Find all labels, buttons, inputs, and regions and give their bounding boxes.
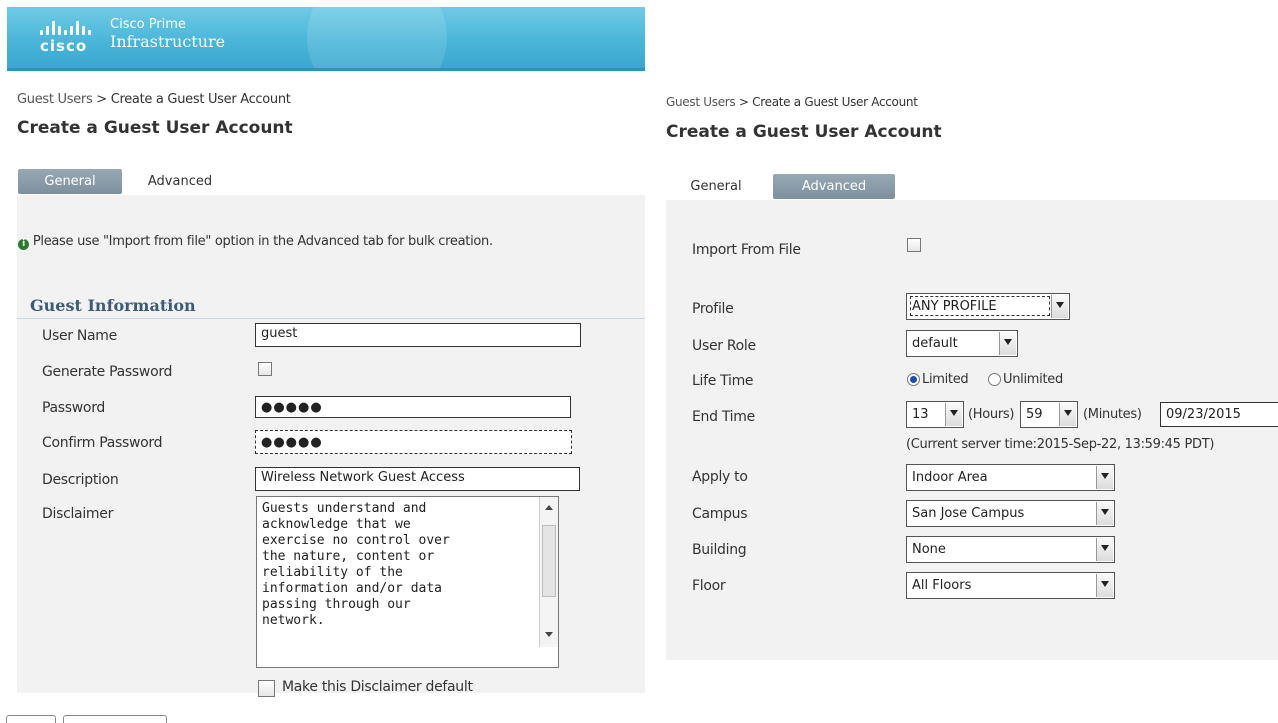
generate-password-checkbox[interactable]: [258, 362, 272, 376]
scroll-down-icon[interactable]: [545, 632, 553, 637]
end-time-label: End Time: [692, 409, 755, 425]
cisco-logo: cisco: [40, 19, 98, 55]
tab-general[interactable]: General: [18, 169, 122, 194]
product-name-line2: Infrastructure: [110, 32, 226, 51]
building-value: None: [912, 542, 946, 557]
scroll-thumb[interactable]: [542, 525, 556, 597]
campus-select[interactable]: San Jose Campus: [906, 500, 1115, 527]
life-time-limited-radio[interactable]: [907, 373, 920, 386]
life-time-limited-label: Limited: [922, 372, 969, 387]
import-from-file-checkbox[interactable]: [907, 238, 921, 252]
cisco-logo-text: cisco: [40, 37, 88, 55]
dropdown-arrow-icon[interactable]: [1096, 502, 1113, 525]
app-header: cisco Cisco Prime Infrastructure: [7, 7, 645, 71]
user-name-label: User Name: [42, 328, 117, 344]
breadcrumb-guest-users-right[interactable]: Guest Users: [666, 95, 736, 109]
end-time-date-input[interactable]: 09/23/2015: [1160, 402, 1278, 427]
end-time-minutes-value: 59: [1026, 407, 1043, 422]
dropdown-arrow-icon[interactable]: [1059, 403, 1076, 426]
dropdown-arrow-icon[interactable]: [1051, 295, 1068, 318]
disclaimer-textarea[interactable]: Guests understand and acknowledge that w…: [256, 496, 559, 668]
info-icon: i: [18, 239, 29, 250]
floor-select[interactable]: All Floors: [906, 572, 1115, 599]
floor-label: Floor: [692, 578, 726, 594]
page-title-right: Create a Guest User Account: [666, 122, 942, 142]
dropdown-arrow-icon[interactable]: [945, 403, 962, 426]
make-disclaimer-default-label: Make this Disclaimer default: [282, 679, 473, 695]
header-decoration: [307, 7, 447, 68]
info-message: i Please use "Import from file" option i…: [18, 234, 493, 250]
campus-value: San Jose Campus: [912, 506, 1025, 521]
breadcrumb-separator: >: [96, 92, 107, 107]
password-input[interactable]: ●●●●●: [255, 396, 571, 418]
building-select[interactable]: None: [906, 536, 1115, 563]
dropdown-arrow-icon[interactable]: [1096, 574, 1113, 597]
description-label: Description: [42, 472, 119, 488]
apply-to-select[interactable]: Indoor Area: [906, 464, 1115, 491]
bottom-button-1[interactable]: [6, 715, 56, 723]
confirm-password-input[interactable]: ●●●●●: [255, 430, 572, 454]
bottom-button-2[interactable]: [63, 715, 167, 723]
breadcrumb-guest-users[interactable]: Guest Users: [17, 92, 93, 107]
life-time-unlimited-label: Unlimited: [1003, 372, 1063, 387]
section-divider: [17, 318, 645, 319]
tab-advanced-right[interactable]: Advanced: [773, 174, 895, 199]
dropdown-arrow-icon[interactable]: [1096, 466, 1113, 489]
breadcrumb: Guest Users > Create a Guest User Accoun…: [17, 92, 291, 107]
user-role-select[interactable]: default: [906, 330, 1018, 357]
product-name-line1: Cisco Prime: [110, 17, 186, 32]
user-role-label: User Role: [692, 338, 756, 354]
dropdown-arrow-icon[interactable]: [1096, 538, 1113, 561]
campus-label: Campus: [692, 506, 748, 522]
description-input[interactable]: Wireless Network Guest Access: [255, 467, 580, 491]
cisco-bars-icon: [40, 19, 98, 35]
page-title: Create a Guest User Account: [17, 118, 293, 138]
profile-label: Profile: [692, 301, 734, 317]
dropdown-arrow-icon[interactable]: [999, 332, 1016, 355]
make-disclaimer-default-checkbox[interactable]: [258, 680, 275, 697]
end-time-minutes-select[interactable]: 59: [1020, 401, 1078, 428]
disclaimer-label: Disclaimer: [42, 506, 114, 522]
disclaimer-scrollbar[interactable]: [539, 497, 558, 647]
life-time-label: Life Time: [692, 373, 754, 389]
generate-password-label: Generate Password: [42, 364, 173, 380]
user-role-value: default: [912, 336, 958, 351]
server-time-text: (Current server time:2015-Sep-22, 13:59:…: [906, 437, 1215, 452]
end-time-hours-value: 13: [912, 407, 929, 422]
floor-value: All Floors: [912, 578, 972, 593]
building-label: Building: [692, 542, 747, 558]
breadcrumb-current-right: Create a Guest User Account: [752, 95, 918, 109]
profile-select[interactable]: ANY PROFILE: [906, 293, 1070, 320]
apply-to-label: Apply to: [692, 469, 748, 485]
info-text: Please use "Import from file" option in …: [32, 234, 493, 249]
confirm-password-label: Confirm Password: [42, 435, 163, 451]
life-time-unlimited-radio[interactable]: [988, 373, 1001, 386]
user-name-input[interactable]: guest: [255, 323, 581, 347]
disclaimer-textarea-wrap: Guests understand and acknowledge that w…: [256, 496, 559, 668]
minutes-label: (Minutes): [1083, 407, 1142, 422]
tab-advanced[interactable]: Advanced: [130, 169, 230, 194]
end-time-hours-select[interactable]: 13: [906, 401, 964, 428]
tab-general-right[interactable]: General: [676, 174, 756, 199]
apply-to-value: Indoor Area: [912, 470, 988, 485]
breadcrumb-right: Guest Users > Create a Guest User Accoun…: [666, 95, 918, 109]
scroll-up-icon[interactable]: [545, 505, 553, 510]
password-label: Password: [42, 400, 105, 416]
breadcrumb-current: Create a Guest User Account: [110, 92, 291, 107]
import-from-file-label: Import From File: [692, 242, 801, 258]
section-title-guest-information: Guest Information: [30, 296, 196, 315]
breadcrumb-separator-right: >: [738, 95, 749, 109]
profile-value: ANY PROFILE: [912, 299, 997, 314]
hours-label: (Hours): [968, 407, 1015, 422]
